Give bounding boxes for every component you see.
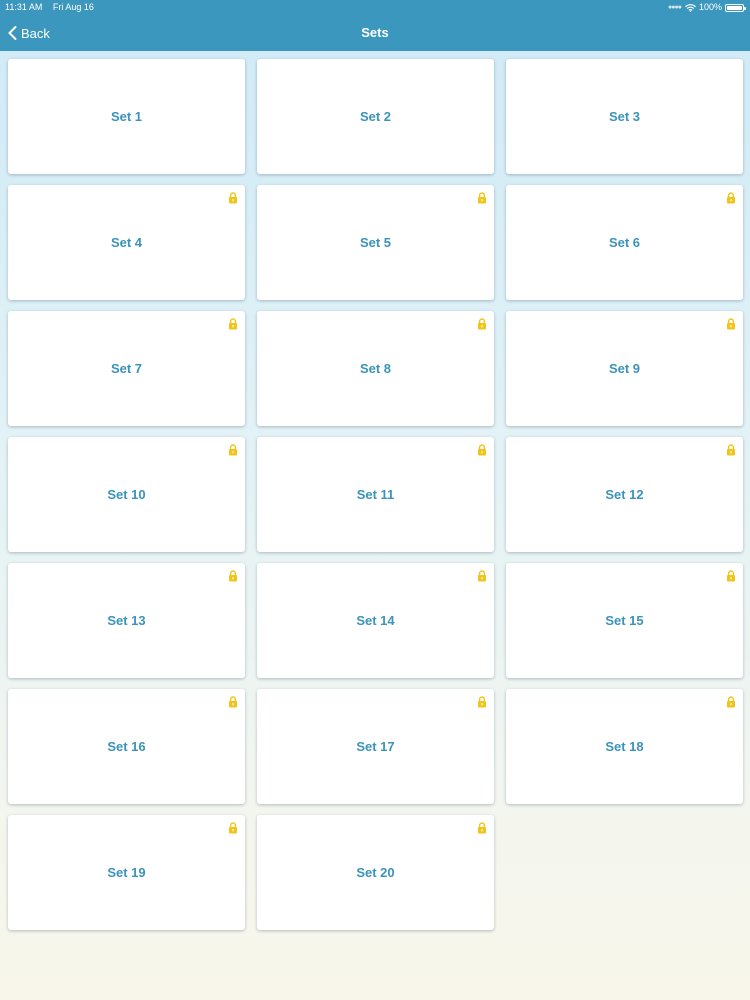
lock-icon [229, 822, 237, 834]
status-date: Fri Aug 16 [52, 2, 94, 12]
battery-icon [725, 3, 746, 12]
set-label: Set 8 [359, 361, 392, 376]
set-label: Set 15 [605, 613, 644, 628]
page-title: Sets [361, 25, 389, 40]
set-label: Set 11 [356, 487, 395, 502]
set-card-4[interactable]: Set 4 [8, 185, 245, 300]
set-card-3[interactable]: Set 3 [506, 59, 743, 174]
lock-icon [727, 570, 735, 582]
set-card-12[interactable]: Set 12 [506, 437, 743, 552]
set-card-20[interactable]: Set 20 [257, 815, 494, 930]
status-bar: 11:31 AM Fri Aug 16 ●●●● 100% [0, 0, 750, 15]
set-label: Set 20 [356, 865, 395, 880]
battery-level [727, 5, 742, 10]
set-label: Set 16 [107, 739, 146, 754]
set-label: Set 1 [110, 109, 143, 124]
set-label: Set 10 [107, 487, 146, 502]
set-label: Set 7 [110, 361, 143, 376]
set-label: Set 9 [608, 361, 641, 376]
set-card-17[interactable]: Set 17 [257, 689, 494, 804]
set-label: Set 18 [605, 739, 644, 754]
sets-grid: Set 1 Set 2 Set 3 Set 4 Set 5 Set 6 Set … [8, 59, 743, 930]
lock-icon [727, 318, 735, 330]
set-card-15[interactable]: Set 15 [506, 563, 743, 678]
set-card-10[interactable]: Set 10 [8, 437, 245, 552]
set-label: Set 3 [608, 109, 641, 124]
set-card-9[interactable]: Set 9 [506, 311, 743, 426]
lock-icon [229, 444, 237, 456]
set-card-16[interactable]: Set 16 [8, 689, 245, 804]
lock-icon [478, 192, 486, 204]
set-label: Set 13 [107, 613, 146, 628]
set-label: Set 6 [608, 235, 641, 250]
status-right: ●●●● 100% [668, 0, 746, 15]
signal-dots-icon: ●●●● [668, 4, 682, 11]
set-label: Set 4 [110, 235, 143, 250]
wifi-icon [685, 3, 696, 12]
lock-icon [229, 696, 237, 708]
lock-icon [478, 570, 486, 582]
set-card-5[interactable]: Set 5 [257, 185, 494, 300]
set-card-7[interactable]: Set 7 [8, 311, 245, 426]
lock-icon [478, 822, 486, 834]
status-time: 11:31 AM [5, 2, 43, 12]
set-card-18[interactable]: Set 18 [506, 689, 743, 804]
set-card-6[interactable]: Set 6 [506, 185, 743, 300]
set-label: Set 2 [359, 109, 392, 124]
set-card-13[interactable]: Set 13 [8, 563, 245, 678]
lock-icon [229, 570, 237, 582]
lock-icon [478, 318, 486, 330]
set-card-11[interactable]: Set 11 [257, 437, 494, 552]
lock-icon [229, 318, 237, 330]
lock-icon [727, 192, 735, 204]
set-label: Set 17 [356, 739, 395, 754]
set-label: Set 14 [356, 613, 395, 628]
set-card-2[interactable]: Set 2 [257, 59, 494, 174]
set-label: Set 19 [107, 865, 146, 880]
set-card-19[interactable]: Set 19 [8, 815, 245, 930]
set-label: Set 5 [359, 235, 392, 250]
set-label: Set 12 [605, 487, 644, 502]
battery-percent: 100% [698, 2, 722, 12]
lock-icon [727, 444, 735, 456]
status-left: 11:31 AM Fri Aug 16 [5, 0, 94, 15]
lock-icon [727, 696, 735, 708]
lock-icon [478, 696, 486, 708]
lock-icon [229, 192, 237, 204]
top-bar: 11:31 AM Fri Aug 16 ●●●● 100% Back Sets [0, 0, 750, 51]
lock-icon [478, 444, 486, 456]
set-card-8[interactable]: Set 8 [257, 311, 494, 426]
set-card-14[interactable]: Set 14 [257, 563, 494, 678]
navigation-bar: Back Sets [0, 15, 750, 51]
set-card-1[interactable]: Set 1 [8, 59, 245, 174]
